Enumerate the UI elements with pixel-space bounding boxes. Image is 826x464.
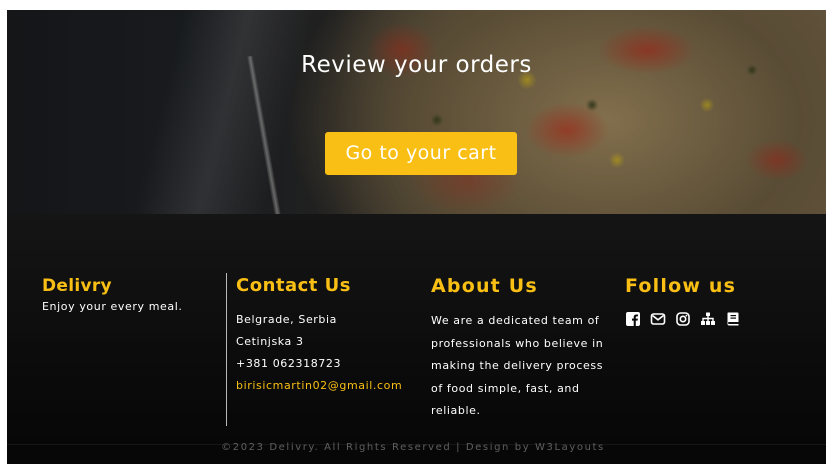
footer-follow: Follow us — [625, 275, 815, 327]
contact-street: Cetinjska 3 — [236, 335, 304, 348]
instagram-icon[interactable] — [675, 311, 691, 327]
footer-contact: Contact Us Belgrade, Serbia Cetinjska 3 … — [236, 275, 426, 397]
copyright-text: ©2023 Delivry. All Rights Reserved | Des… — [221, 442, 605, 453]
footer-brand: Delivry Enjoy your every meal. — [42, 276, 212, 313]
footer-divider — [226, 273, 227, 426]
hero-banner: Review your orders Go to your cart — [7, 10, 826, 214]
page-frame: Review your orders Go to your cart Deliv… — [7, 10, 826, 464]
sitemap-icon[interactable] — [700, 311, 716, 327]
contact-lines: Belgrade, Serbia Cetinjska 3 +381 062318… — [236, 309, 426, 397]
contact-phone: +381 062318723 — [236, 357, 342, 370]
about-heading: About Us — [431, 275, 538, 297]
about-text: We are a dedicated team of professionals… — [431, 314, 604, 417]
footer: Delivry Enjoy your every meal. Contact U… — [7, 214, 826, 444]
brand-name[interactable]: Delivry — [42, 276, 212, 296]
brand-tagline: Enjoy your every meal. — [42, 300, 183, 313]
social-links — [625, 311, 815, 327]
contact-city: Belgrade, Serbia — [236, 313, 338, 326]
email-icon[interactable] — [650, 311, 666, 327]
facebook-icon[interactable] — [625, 311, 641, 327]
hero-title: Review your orders — [301, 52, 532, 78]
follow-heading: Follow us — [625, 275, 737, 297]
footer-about: About Us We are a dedicated team of prof… — [431, 275, 621, 423]
hero-background-image — [7, 10, 826, 214]
go-to-cart-button[interactable]: Go to your cart — [325, 132, 517, 175]
book-icon[interactable] — [725, 311, 741, 327]
contact-email-link[interactable]: birisicmartin02@gmail.com — [236, 375, 426, 397]
contact-heading: Contact Us — [236, 275, 352, 296]
